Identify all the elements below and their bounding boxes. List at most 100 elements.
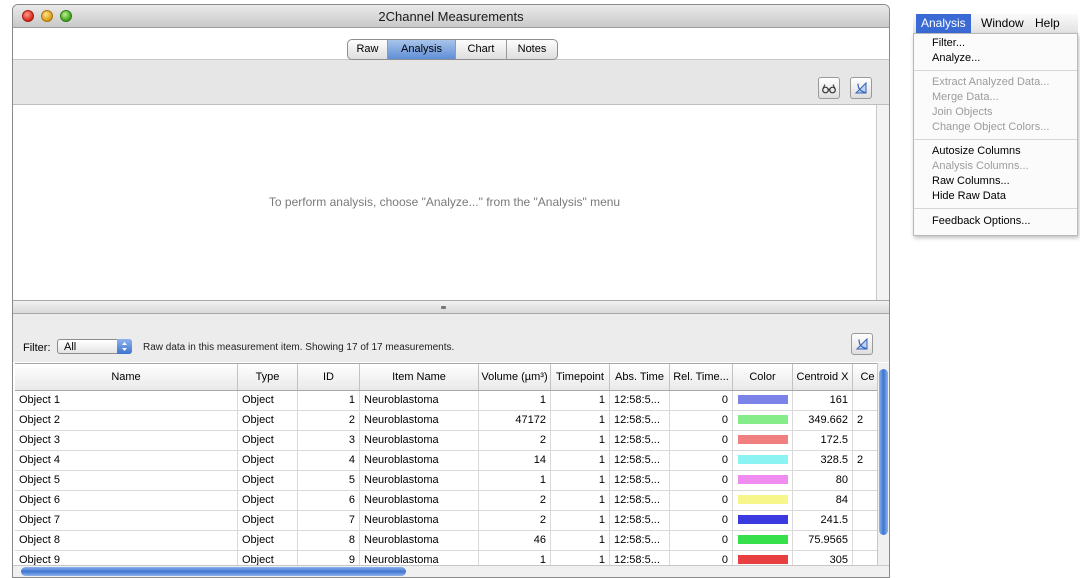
column-header-rel-time[interactable]: Rel. Time... [670,364,733,390]
cell-item-name: Neuroblastoma [360,431,479,450]
vertical-scroll-thumb[interactable] [879,369,888,535]
menu-item-autosize-columns[interactable]: Autosize Columns [932,145,1021,157]
cell-type: Object [238,411,298,430]
menu-item-change-object-colors[interactable]: Change Object Colors... [932,121,1049,133]
menu-item-merge-data[interactable]: Merge Data... [932,91,999,103]
cell-abs-time: 12:58:5... [610,391,670,410]
export-data-button[interactable] [851,333,873,355]
filter-label: Filter: [23,342,51,354]
cell-rel-time: 0 [670,411,733,430]
cell-centroid-y [853,471,877,490]
measurements-window: 2Channel Measurements Raw Analysis Chart… [12,4,890,578]
column-header-color[interactable]: Color [733,364,793,390]
cell-centroid-y [853,491,877,510]
cell-type: Object [238,391,298,410]
table-row[interactable]: Object 8 Object 8 Neuroblastoma 46 1 12:58:5..… [15,531,877,551]
column-header-timepoint[interactable]: Timepoint [551,364,610,390]
cell-centroid-y [853,511,877,530]
column-header-name[interactable]: Name [15,364,238,390]
cell-centroid-y [853,531,877,550]
table-row[interactable]: Object 4 Object 4 Neuroblastoma 14 1 12:58:5..… [15,451,877,471]
column-header-abs-time[interactable]: Abs. Time [610,364,670,390]
menu-window[interactable]: Window [976,14,1029,33]
analysis-scrollbar[interactable] [876,105,889,300]
menu-item-join-objects[interactable]: Join Objects [932,106,993,118]
column-header-type[interactable]: Type [238,364,298,390]
export-button[interactable] [850,77,872,99]
table-vertical-scrollbar[interactable] [877,363,889,567]
title-bar[interactable]: 2Channel Measurements [13,5,889,28]
cell-id: 4 [298,451,360,470]
tab-analysis[interactable]: Analysis [388,40,456,59]
filter-popup[interactable]: All [57,339,132,354]
color-swatch[interactable] [737,475,788,484]
cell-name: Object 6 [15,491,238,510]
cell-color [733,511,793,530]
table-row[interactable]: Object 3 Object 3 Neuroblastoma 2 1 12:58:5...… [15,431,877,451]
color-swatch[interactable] [737,455,788,464]
cell-item-name: Neuroblastoma [360,491,479,510]
table-row[interactable]: Object 1 Object 1 Neuroblastoma 1 1 12:58:5...… [15,391,877,411]
view-options-button[interactable] [818,77,840,99]
cell-centroid-y [853,431,877,450]
export-icon [854,81,867,94]
table-row[interactable]: Object 7 Object 7 Neuroblastoma 2 1 12:58:5...… [15,511,877,531]
menu-item-raw-columns[interactable]: Raw Columns... [932,175,1010,187]
cell-type: Object [238,471,298,490]
cell-color [733,411,793,430]
column-header-item-name[interactable]: Item Name [360,364,479,390]
color-swatch[interactable] [737,495,788,504]
menu-item-extract-analyzed-data[interactable]: Extract Analyzed Data... [932,76,1049,88]
cell-centroid-x: 80 [793,471,853,490]
column-header-centroid-y[interactable]: Ce [853,364,877,390]
cell-volume: 1 [479,471,551,490]
menu-item-analysis-columns[interactable]: Analysis Columns... [932,160,1029,172]
tab-raw[interactable]: Raw [348,40,388,59]
popup-arrows-icon [117,339,132,354]
cell-volume: 47172 [479,411,551,430]
filter-bar: Filter: All Raw data in this measurement… [13,314,889,362]
table-row[interactable]: Object 5 Object 5 Neuroblastoma 1 1 12:58:5...… [15,471,877,491]
filter-value: All [64,341,77,353]
analysis-menu: Filter... Analyze... Extract Analyzed Da… [913,33,1078,236]
pane-splitter[interactable] [13,300,889,314]
tab-strip: Raw Analysis Chart Notes [13,28,889,60]
menu-bar: Analysis Window Help [913,14,1078,34]
menu-separator [914,208,1077,209]
cell-timepoint: 1 [551,451,610,470]
cell-color [733,491,793,510]
color-swatch[interactable] [737,395,788,404]
color-swatch[interactable] [737,435,788,444]
tab-chart[interactable]: Chart [456,40,507,59]
cell-timepoint: 1 [551,511,610,530]
menu-item-feedback-options[interactable]: Feedback Options... [932,215,1030,227]
cell-item-name: Neuroblastoma [360,531,479,550]
cell-timepoint: 1 [551,531,610,550]
cell-id: 1 [298,391,360,410]
column-header-centroid-x[interactable]: Centroid X [793,364,853,390]
menu-item-hide-raw-data[interactable]: Hide Raw Data [932,190,1006,202]
color-swatch[interactable] [737,515,788,524]
menu-help[interactable]: Help [1030,14,1065,33]
color-swatch[interactable] [737,415,788,424]
tab-notes[interactable]: Notes [507,40,557,59]
cell-abs-time: 12:58:5... [610,531,670,550]
color-swatch[interactable] [737,555,788,564]
color-swatch[interactable] [737,535,788,544]
table-row[interactable]: Object 6 Object 6 Neuroblastoma 2 1 12:58:5...… [15,491,877,511]
column-header-id[interactable]: ID [298,364,360,390]
menu-separator [914,70,1077,71]
splitter-grip-icon[interactable] [441,306,446,309]
table-row[interactable]: Object 2 Object 2 Neuroblastoma 47172 1 12:58:… [15,411,877,431]
menu-analysis[interactable]: Analysis [916,14,971,33]
horizontal-scroll-thumb[interactable] [21,567,406,576]
cell-abs-time: 12:58:5... [610,431,670,450]
menu-item-analyze[interactable]: Analyze... [932,52,980,64]
menu-item-filter[interactable]: Filter... [932,37,965,49]
table-horizontal-scrollbar[interactable] [13,565,889,577]
cell-volume: 2 [479,491,551,510]
column-header-volume[interactable]: Volume (µm³) [479,364,551,390]
cell-id: 2 [298,411,360,430]
cell-color [733,431,793,450]
cell-centroid-x: 328.5 [793,451,853,470]
